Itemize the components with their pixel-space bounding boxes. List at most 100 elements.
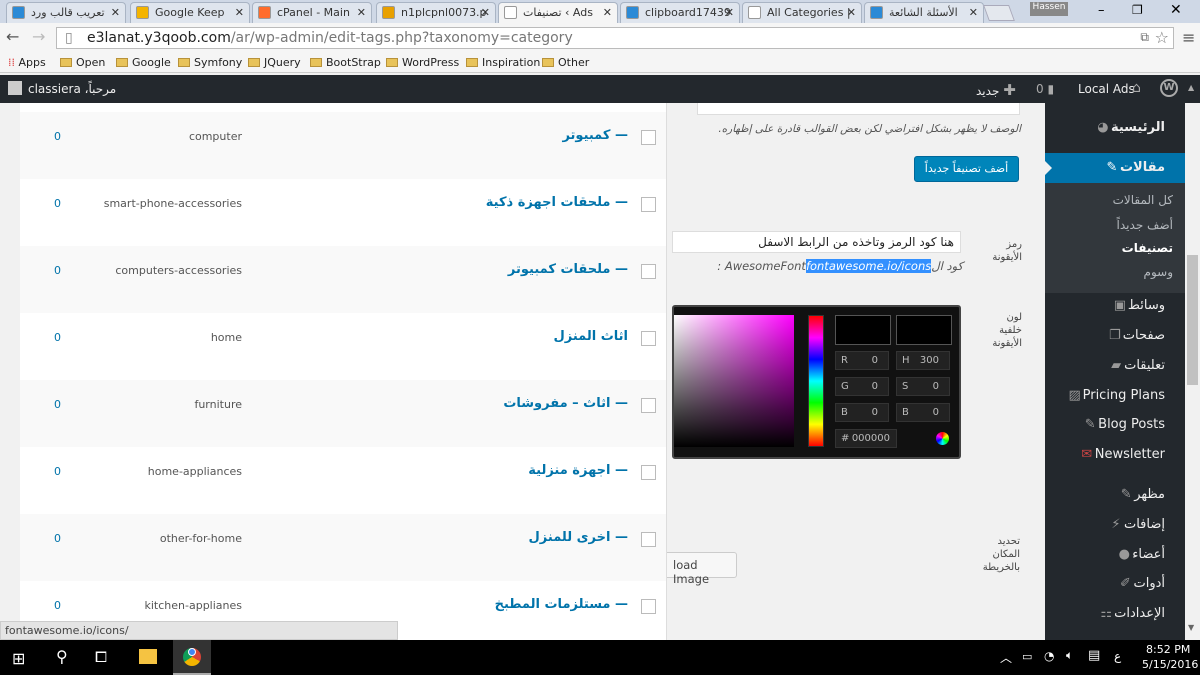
- scroll-down-arrow[interactable]: ▼: [1188, 623, 1194, 632]
- post-count[interactable]: 0: [54, 130, 61, 143]
- row-checkbox[interactable]: [641, 465, 656, 480]
- task-view-icon[interactable]: ⧠: [95, 648, 107, 666]
- comments-link[interactable]: 0 ▮: [1036, 82, 1054, 96]
- category-name-link[interactable]: — ملحقات اجهزة ذكية: [486, 195, 628, 210]
- forward-icon[interactable]: →: [32, 27, 45, 46]
- page-scrollbar[interactable]: ▼: [1185, 103, 1200, 640]
- browser-tab[interactable]: cPanel - Main ✕: [252, 2, 372, 23]
- close-tab-icon[interactable]: ✕: [481, 6, 490, 19]
- clock-time[interactable]: 8:52 PM: [1146, 643, 1190, 656]
- bookmark-bootstrap[interactable]: BootStrap: [310, 56, 381, 69]
- sidebar-item-pages[interactable]: صفحات❐: [1101, 328, 1165, 343]
- close-tab-icon[interactable]: ✕: [725, 6, 734, 19]
- close-tab-icon[interactable]: ✕: [111, 6, 120, 19]
- sidebar-item-appearance[interactable]: مظهر✎: [1112, 487, 1165, 502]
- submenu-item[interactable]: وسوم: [1144, 265, 1173, 279]
- row-checkbox[interactable]: [641, 599, 656, 614]
- post-count[interactable]: 0: [54, 398, 61, 411]
- wifi-icon[interactable]: ◔: [1044, 649, 1054, 663]
- blue-field[interactable]: B0: [835, 403, 889, 422]
- minimize-button[interactable]: –: [1098, 3, 1105, 18]
- close-tab-icon[interactable]: ✕: [357, 6, 366, 19]
- volume-icon[interactable]: 🔈︎: [1066, 648, 1073, 663]
- post-count[interactable]: 0: [54, 197, 61, 210]
- new-content-menu[interactable]: جديد ✚: [976, 81, 1016, 99]
- icon-code-input[interactable]: هنا كود الرمز وتاخذه من الرابط الاسفل: [672, 231, 961, 253]
- restore-button[interactable]: ❐: [1132, 3, 1143, 17]
- wordpress-logo-icon[interactable]: W: [1160, 79, 1178, 97]
- post-count[interactable]: 0: [54, 599, 61, 612]
- hex-field[interactable]: #000000: [835, 429, 897, 448]
- profile-badge[interactable]: Hassen: [1030, 2, 1068, 16]
- language-indicator[interactable]: ع: [1114, 649, 1121, 663]
- category-name-link[interactable]: — اثاث – مفروشات: [503, 396, 628, 411]
- sidebar-item-tools[interactable]: أدوات✐: [1111, 576, 1165, 591]
- account-menu[interactable]: مرحباً، classiera: [28, 82, 116, 96]
- back-icon[interactable]: ←: [6, 27, 19, 46]
- hue-field[interactable]: H 300: [896, 351, 950, 370]
- category-name-link[interactable]: — اخرى للمنزل: [529, 530, 628, 545]
- post-count[interactable]: 0: [54, 331, 61, 344]
- new-tab-button[interactable]: [983, 5, 1015, 21]
- search-icon[interactable]: ⚲: [56, 647, 68, 666]
- submenu-item[interactable]: أضف جديداً: [1117, 218, 1173, 232]
- saturation-value-area[interactable]: [674, 315, 794, 447]
- sidebar-item-pricing-plans[interactable]: Pricing Plans▨: [1061, 388, 1165, 403]
- green-field[interactable]: G0: [835, 377, 889, 396]
- browser-tab[interactable]: Google Keep ✕: [130, 2, 250, 23]
- bookmark-open[interactable]: Open: [60, 56, 105, 69]
- bookmark-wordpress[interactable]: WordPress: [386, 56, 459, 69]
- category-name-link[interactable]: — مستلزمات المطبخ: [495, 597, 628, 612]
- bookmark-google[interactable]: Google: [116, 56, 171, 69]
- sidebar-item-plugins[interactable]: إضافات⚡: [1102, 517, 1165, 532]
- row-checkbox[interactable]: [641, 398, 656, 413]
- color-wheel-icon[interactable]: [936, 432, 949, 445]
- sidebar-item-newsletter[interactable]: Newsletter✉: [1073, 447, 1165, 462]
- submenu-item[interactable]: تصنيفات: [1122, 241, 1173, 255]
- category-name-link[interactable]: — كمبيوتر: [562, 128, 628, 143]
- upload-image-button[interactable]: load Image: [667, 552, 737, 586]
- post-count[interactable]: 0: [54, 465, 61, 478]
- battery-icon[interactable]: ▭: [1022, 650, 1032, 663]
- sidebar-item-settings[interactable]: الإعدادات⚏: [1092, 606, 1165, 621]
- close-tab-icon[interactable]: ✕: [603, 6, 612, 19]
- sidebar-item-comments[interactable]: تعليقات▰: [1102, 358, 1165, 373]
- browser-tab[interactable]: الأسئلة الشائعة ✕: [864, 2, 984, 23]
- scroll-up-arrow[interactable]: ▲: [1188, 83, 1194, 92]
- description-textarea[interactable]: [697, 103, 1020, 115]
- brightness-field[interactable]: B0: [896, 403, 950, 422]
- bookmark-jquery[interactable]: JQuery: [248, 56, 301, 69]
- browser-tab[interactable]: n1plcpnl0073.p ✕: [376, 2, 496, 23]
- sidebar-item-media[interactable]: وسائط▣: [1106, 298, 1165, 313]
- bookmark-inspiration[interactable]: Inspiration: [466, 56, 540, 69]
- browser-tab[interactable]: All Categories | ✕: [742, 2, 862, 23]
- sidebar-item-users[interactable]: أعضاء●: [1110, 547, 1165, 562]
- browser-tab[interactable]: clipboard17439 ✕: [620, 2, 740, 23]
- fontawesome-link[interactable]: fontawesome.io/icons: [805, 259, 932, 273]
- row-checkbox[interactable]: [641, 130, 656, 145]
- notifications-icon[interactable]: ▤: [1088, 648, 1100, 663]
- category-name-link[interactable]: اثاث المنزل: [553, 329, 628, 344]
- browser-tab[interactable]: تصنيفات ‹ Ads ✕: [498, 2, 618, 23]
- post-count[interactable]: 0: [54, 532, 61, 545]
- category-name-link[interactable]: — اجهزة منزلية: [528, 463, 628, 478]
- file-explorer-icon[interactable]: [139, 649, 157, 664]
- site-name-link[interactable]: Local Ads: [1078, 82, 1135, 96]
- sidebar-item-dashboard[interactable]: الرئيسية◕: [1089, 120, 1165, 135]
- start-windows-icon[interactable]: ⊞: [12, 649, 25, 668]
- browser-tab[interactable]: تعريب قالب ورد ✕: [6, 2, 126, 23]
- sidebar-item-posts[interactable]: مقالات✎: [1098, 160, 1165, 175]
- menu-icon[interactable]: ≡: [1182, 28, 1195, 47]
- row-checkbox[interactable]: [641, 532, 656, 547]
- chrome-taskbar-button[interactable]: [173, 640, 211, 675]
- post-count[interactable]: 0: [54, 264, 61, 277]
- row-checkbox[interactable]: [641, 197, 656, 212]
- close-tab-icon[interactable]: ✕: [847, 6, 856, 19]
- url-input[interactable]: ▯ e3lanat.y3qoob.com/ar/wp-admin/edit-tag…: [56, 27, 1174, 49]
- submenu-item[interactable]: كل المقالات: [1113, 193, 1173, 207]
- scrollbar-thumb[interactable]: [1187, 255, 1198, 385]
- row-checkbox[interactable]: [641, 264, 656, 279]
- row-checkbox[interactable]: [641, 331, 656, 346]
- close-tab-icon[interactable]: ✕: [235, 6, 244, 19]
- bookmark-star-icon[interactable]: ☆: [1155, 28, 1169, 47]
